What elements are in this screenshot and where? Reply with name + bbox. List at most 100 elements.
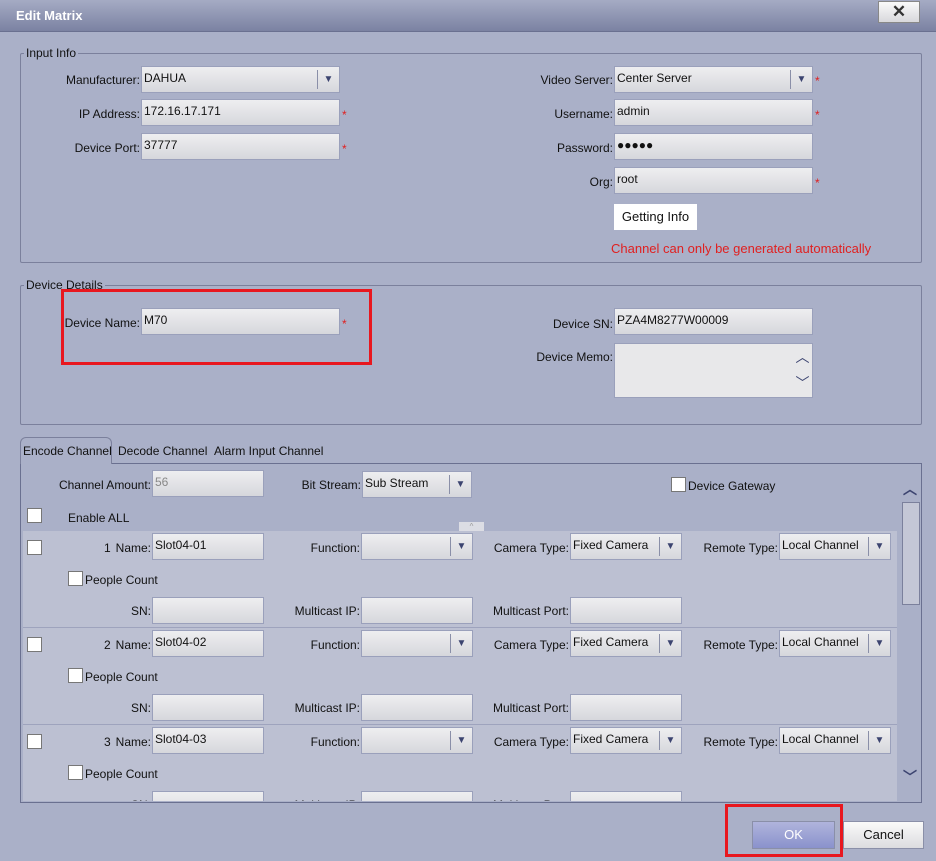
chevron-down-icon[interactable]: ﹀ [793,370,812,396]
sn-input[interactable] [152,694,264,721]
channel-name-input[interactable]: Slot04-01 [152,533,264,560]
video-server-select[interactable]: Center Server ▼ [614,66,813,93]
chevron-down-icon[interactable]: ﹀ [903,767,917,787]
remote-type-label: Remote Type: [703,638,778,652]
channel-amount-label: Channel Amount: [58,478,151,492]
chevron-down-icon: ▼ [450,634,472,653]
memo-scrollbar[interactable]: ︿ ﹀ [793,344,812,397]
camera-type-select[interactable]: Fixed Camera ▼ [570,533,682,560]
channel-number: 1 [104,541,111,555]
tab-encode-channel[interactable]: Encode Channel [23,444,112,458]
camera-type-select[interactable]: Fixed Camera ▼ [570,727,682,754]
video-server-value: Center Server [617,71,692,85]
port-label: Device Port: [74,141,140,155]
function-label: Function: [310,541,360,555]
people-count-checkbox[interactable] [68,668,83,683]
multicast-port-label: Multicast Port: [492,604,569,618]
chevron-up-icon[interactable]: ︿ [793,344,812,370]
camera-type-label: Camera Type: [493,638,569,652]
device-name-label: Device Name: [64,316,140,330]
function-label: Function: [310,735,360,749]
required-mark: * [815,74,820,88]
warning-text: Channel can only be generated automatica… [611,241,872,256]
device-gateway-label: Device Gateway [688,479,776,493]
close-icon: ✕ [891,2,907,21]
bit-stream-value: Sub Stream [365,476,429,490]
remote-type-select[interactable]: Local Channel ▼ [779,630,891,657]
channel-checkbox[interactable] [27,540,42,555]
password-input[interactable]: ●●●●● [614,133,813,160]
camera-type-select[interactable]: Fixed Camera ▼ [570,630,682,657]
input-info-legend: Input Info [24,46,79,60]
device-memo-label: Device Memo: [536,350,613,364]
sn-input[interactable] [152,791,264,801]
multicast-ip-input[interactable] [361,791,473,801]
function-select[interactable]: ▼ [361,533,473,560]
ok-button[interactable]: OK [752,821,835,849]
multicast-port-input[interactable] [570,694,682,721]
window-title: Edit Matrix [16,8,83,23]
username-input[interactable]: admin [614,99,813,126]
sn-input[interactable] [152,597,264,624]
people-count-checkbox[interactable] [68,571,83,586]
tab-alarm-input-channel[interactable]: Alarm Input Channel [214,444,323,458]
channel-name-input[interactable]: Slot04-03 [152,727,264,754]
people-count-label: People Count [85,573,158,587]
multicast-ip-input[interactable] [361,597,473,624]
channel-amount-input: 56 [152,470,264,497]
channel-list: 1 Name: Slot04-01 Function: ▼ Camera Type:… [23,531,897,801]
required-mark: * [342,142,347,156]
manufacturer-select[interactable]: DAHUA ▼ [141,66,340,93]
camera-type-select-value: Fixed Camera [573,538,649,552]
multicast-port-label: Multicast Port: [473,798,569,801]
password-label: Password: [556,141,613,155]
device-gateway-checkbox[interactable] [671,477,686,492]
org-input[interactable]: root [614,167,813,194]
username-label: Username: [554,107,613,121]
chevron-down-icon: ▼ [317,70,339,89]
chevron-up-icon[interactable]: ︿ [903,479,917,499]
chevron-down-icon: ▼ [868,731,890,750]
multicast-ip-input[interactable] [361,694,473,721]
bit-stream-select[interactable]: Sub Stream ▼ [362,471,472,498]
multicast-ip-label: Multicast IP: [294,701,360,715]
multicast-port-input[interactable] [570,597,682,624]
enable-all-label: Enable ALL [68,511,130,525]
people-count-checkbox[interactable] [68,765,83,780]
device-name-input[interactable]: M70 [141,308,340,335]
org-label: Org: [589,175,613,189]
channel-name-input[interactable]: Slot04-02 [152,630,264,657]
tab-decode-channel[interactable]: Decode Channel [118,444,207,458]
manufacturer-label: Manufacturer: [65,73,140,87]
channel-row: 3 Name: Slot04-03 Function: ▼ Camera Type:… [23,725,897,801]
channel-scrollbar[interactable]: ︿ ﹀ [901,475,921,801]
remote-type-select[interactable]: Local Channel ▼ [779,533,891,560]
cancel-button[interactable]: Cancel [843,821,924,849]
getting-info-button[interactable]: Getting Info [614,204,697,230]
device-memo-textarea[interactable] [614,343,813,398]
channel-checkbox[interactable] [27,637,42,652]
ip-input[interactable]: 172.16.17.171 [141,99,340,126]
ip-label: IP Address: [78,107,140,121]
camera-type-select-value: Fixed Camera [573,635,649,649]
function-select[interactable]: ▼ [361,727,473,754]
device-sn-input[interactable]: PZA4M8277W00009 [614,308,813,335]
channel-number: 3 [104,735,111,749]
channel-checkbox[interactable] [27,734,42,749]
remote-type-label: Remote Type: [703,735,778,749]
function-select[interactable]: ▼ [361,630,473,657]
title-bar [0,0,936,32]
remote-type-label: Remote Type: [703,541,778,555]
chevron-down-icon: ▼ [868,537,890,556]
multicast-port-input[interactable] [570,791,682,801]
chevron-down-icon: ▼ [790,70,812,89]
remote-type-select-value: Local Channel [782,635,859,649]
scrollbar-thumb[interactable] [902,502,920,605]
remote-type-select-value: Local Channel [782,538,859,552]
port-input[interactable]: 37777 [141,133,340,160]
manufacturer-value: DAHUA [144,71,187,85]
remote-type-select[interactable]: Local Channel ▼ [779,727,891,754]
name-label: Name: [115,541,151,555]
enable-all-checkbox[interactable] [27,508,42,523]
close-button[interactable]: ✕ [878,1,920,23]
